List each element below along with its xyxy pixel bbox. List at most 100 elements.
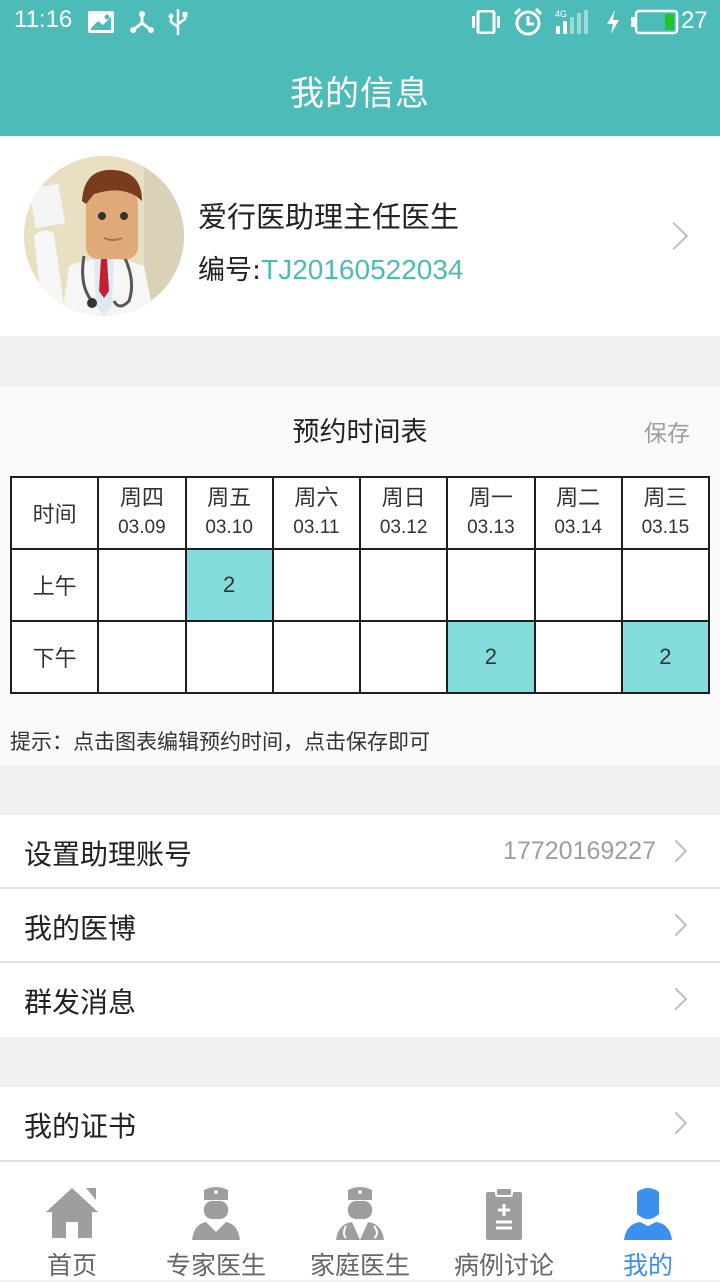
slot-cell[interactable]: 2: [620, 620, 711, 694]
expert-doctor-icon: [192, 1187, 240, 1240]
profile-id: 编号:TJ20160522034: [198, 248, 464, 287]
date-label: 03.09: [118, 517, 166, 538]
menu-item-assistant-account[interactable]: 设置助理账号 17720169227: [0, 815, 720, 889]
tab-label: 我的: [622, 1251, 673, 1280]
date-label: 03.13: [467, 517, 515, 538]
slot-cell[interactable]: [271, 548, 362, 622]
row-label-cell: 上午: [9, 548, 100, 622]
status-time: 11:16: [14, 6, 73, 33]
appointment-schedule: 预约时间表 保存 时间 周四 03.09 周五 03.10 周六 03.11 周日 03…: [0, 386, 720, 766]
menu-item-label: 设置助理账号: [24, 838, 193, 871]
user-icon: [624, 1188, 672, 1240]
date-label: 03.15: [641, 517, 690, 538]
tab-label: 病例讨论: [453, 1251, 554, 1280]
slot-cell[interactable]: [620, 548, 711, 622]
assistant-account-value: 17720169227: [503, 837, 656, 865]
day-label: 周三: [643, 486, 688, 511]
save-button[interactable]: 保存: [644, 414, 690, 448]
tab-mine[interactable]: 我的: [576, 1162, 720, 1280]
title-bar: 我的信息: [0, 44, 720, 136]
slot-cell[interactable]: [271, 620, 362, 694]
profile-id-label: 编号:: [198, 255, 262, 286]
family-doctor-icon: [336, 1187, 384, 1240]
menu-item-label: 群发消息: [24, 986, 137, 1019]
date-label: 03.11: [293, 517, 340, 538]
chevron-right-icon: [664, 1111, 688, 1135]
morning-row: 上午 2: [9, 548, 711, 622]
day-label: 周日: [381, 486, 426, 511]
bottom-tab-bar: 首页 专家医生 家庭医生 病例讨论 我的: [0, 1160, 720, 1280]
date-label: 03.10: [205, 517, 253, 538]
menu-item-my-yibo[interactable]: 我的医博: [0, 889, 720, 963]
signal-4g-icon: 4G: [554, 8, 594, 36]
row-label: 上午: [32, 575, 77, 600]
menu-item-broadcast-message[interactable]: 群发消息: [0, 963, 720, 1037]
slot-cell[interactable]: [533, 548, 623, 622]
home-icon: [46, 1188, 98, 1238]
case-clipboard-icon: [486, 1187, 522, 1240]
chevron-right-icon: [664, 913, 688, 937]
tab-label: 首页: [46, 1251, 97, 1280]
day-label: 周五: [207, 486, 252, 511]
schedule-header-row: 时间 周四 03.09 周五 03.10 周六 03.11 周日 03.12 周一 03.…: [9, 476, 711, 550]
day-header-cell: 周六 03.11: [271, 476, 362, 550]
day-label: 周二: [556, 486, 601, 511]
slot-cell[interactable]: [446, 548, 536, 622]
schedule-hint: 提示：点击图表编辑预约时间，点击保存即可: [10, 730, 430, 754]
day-label: 周一: [468, 486, 513, 511]
menu-item-label: 我的证书: [24, 1110, 137, 1143]
tab-expert-doctor[interactable]: 专家医生: [144, 1162, 288, 1280]
day-header-cell: 周日 03.12: [358, 476, 449, 550]
row-label: 下午: [32, 647, 77, 672]
tab-label: 家庭医生: [309, 1251, 410, 1280]
day-header-cell: 周三 03.15: [620, 476, 711, 550]
schedule-table: 时间 周四 03.09 周五 03.10 周六 03.11 周日 03.12 周一 03.…: [9, 476, 711, 694]
schedule-title: 预约时间表: [292, 417, 428, 448]
chevron-right-icon: [664, 839, 688, 863]
time-header-label: 时间: [32, 503, 77, 528]
menu-item-my-certificate[interactable]: 我的证书: [0, 1087, 720, 1161]
svg-text:4G: 4G: [555, 9, 567, 19]
menu-item-label: 我的医博: [24, 912, 137, 945]
slot-cell[interactable]: [184, 620, 274, 694]
day-header-cell: 周五 03.10: [184, 476, 274, 550]
day-header-cell: 周二 03.14: [533, 476, 623, 550]
profile-id-value: TJ20160522034: [261, 254, 464, 285]
slot-cell[interactable]: [358, 548, 449, 622]
share-hub-icon: [129, 8, 155, 36]
tab-home[interactable]: 首页: [0, 1162, 144, 1280]
slot-cell[interactable]: 2: [446, 620, 536, 694]
date-label: 03.12: [379, 517, 428, 538]
avatar[interactable]: [24, 156, 184, 316]
date-label: 03.14: [554, 517, 602, 538]
tab-label: 专家医生: [165, 1251, 266, 1280]
afternoon-row: 下午 2 2: [9, 620, 711, 694]
vibrate-icon: [472, 8, 500, 36]
usb-icon: [168, 8, 188, 36]
profile-card[interactable]: 爱行医助理主任医生 编号:TJ20160522034: [0, 136, 720, 336]
row-label-cell: 下午: [9, 620, 100, 694]
slot-cell[interactable]: [533, 620, 623, 694]
alarm-icon: [513, 8, 543, 36]
day-label: 周四: [119, 486, 164, 511]
day-label: 周六: [294, 486, 339, 511]
tab-case-discussion[interactable]: 病例讨论: [432, 1162, 576, 1280]
slot-cell[interactable]: 2: [184, 548, 274, 622]
tab-family-doctor[interactable]: 家庭医生: [288, 1162, 432, 1280]
settings-list: 设置助理账号 17720169227 我的医博 群发消息: [0, 815, 720, 1037]
day-header-cell: 周一 03.13: [446, 476, 536, 550]
slot-cell[interactable]: [97, 620, 187, 694]
battery-level: 27: [681, 7, 708, 34]
doctor-avatar-icon: [24, 156, 184, 316]
chevron-right-icon: [664, 987, 688, 1011]
certificate-list: 我的证书: [0, 1087, 720, 1161]
chevron-right-icon[interactable]: [659, 221, 689, 251]
charging-icon: [606, 8, 620, 36]
slot-cell[interactable]: [97, 548, 187, 622]
battery-icon: [631, 8, 679, 36]
page-title: 我的信息: [290, 73, 430, 114]
profile-name: 爱行医助理主任医生: [198, 200, 460, 234]
status-bar: 11:16 4G 27: [0, 0, 720, 44]
day-header-cell: 周四 03.09: [97, 476, 187, 550]
slot-cell[interactable]: [358, 620, 449, 694]
